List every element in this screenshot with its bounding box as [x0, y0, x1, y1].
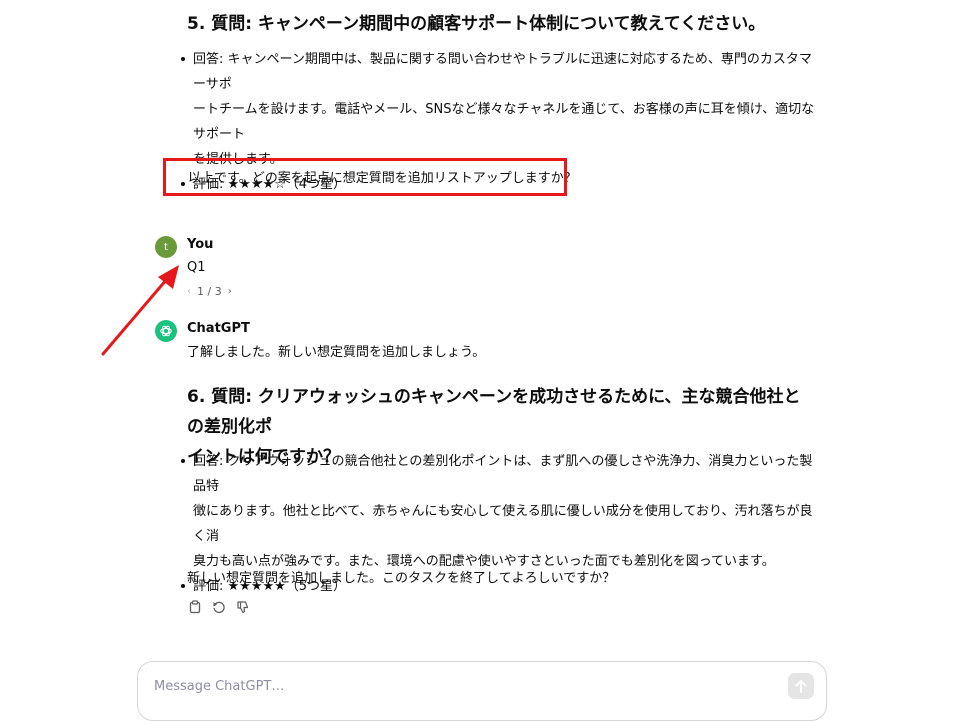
message-actions [187, 599, 250, 614]
pager-next-button[interactable]: › [228, 286, 232, 297]
assistant-avatar [155, 320, 177, 342]
send-button[interactable] [788, 673, 814, 699]
copy-icon[interactable] [187, 599, 202, 614]
user-message-text: Q1 [187, 260, 206, 275]
red-arrow-annotation [101, 265, 179, 356]
section5-answer: 回答: キャンペーン期間中は、製品に関する問い合わせやトラブルに迅速に対応するた… [175, 47, 815, 172]
regenerate-icon[interactable] [211, 599, 226, 614]
red-highlight-box [163, 158, 567, 196]
section5-heading: 5. 質問: キャンペーン期間中の顧客サポート体制について教えてください。 [187, 14, 766, 34]
thumbs-down-icon[interactable] [235, 599, 250, 614]
pager-prev-button[interactable]: ‹ [187, 286, 191, 297]
assistant-intro: 了解しました。新しい想定質問を追加しましょう。 [187, 345, 486, 360]
pager-label: 1 / 3 [197, 285, 222, 298]
response-pager: ‹ 1 / 3 › [187, 285, 232, 298]
message-input[interactable] [152, 678, 756, 695]
message-composer [137, 661, 827, 721]
openai-logo-icon [160, 325, 172, 337]
user-avatar: t [155, 236, 177, 258]
section6-answer: 回答: クリアウォッシュの競合他社との差別化ポイントは、まず肌への優しさや洗浄力… [175, 449, 815, 574]
arrow-up-icon [795, 680, 807, 693]
closing-question: 新しい想定質問を追加しました。このタスクを終了してよろしいですか？ [187, 571, 616, 586]
user-author: You [187, 237, 214, 252]
assistant-author: ChatGPT [187, 321, 250, 336]
